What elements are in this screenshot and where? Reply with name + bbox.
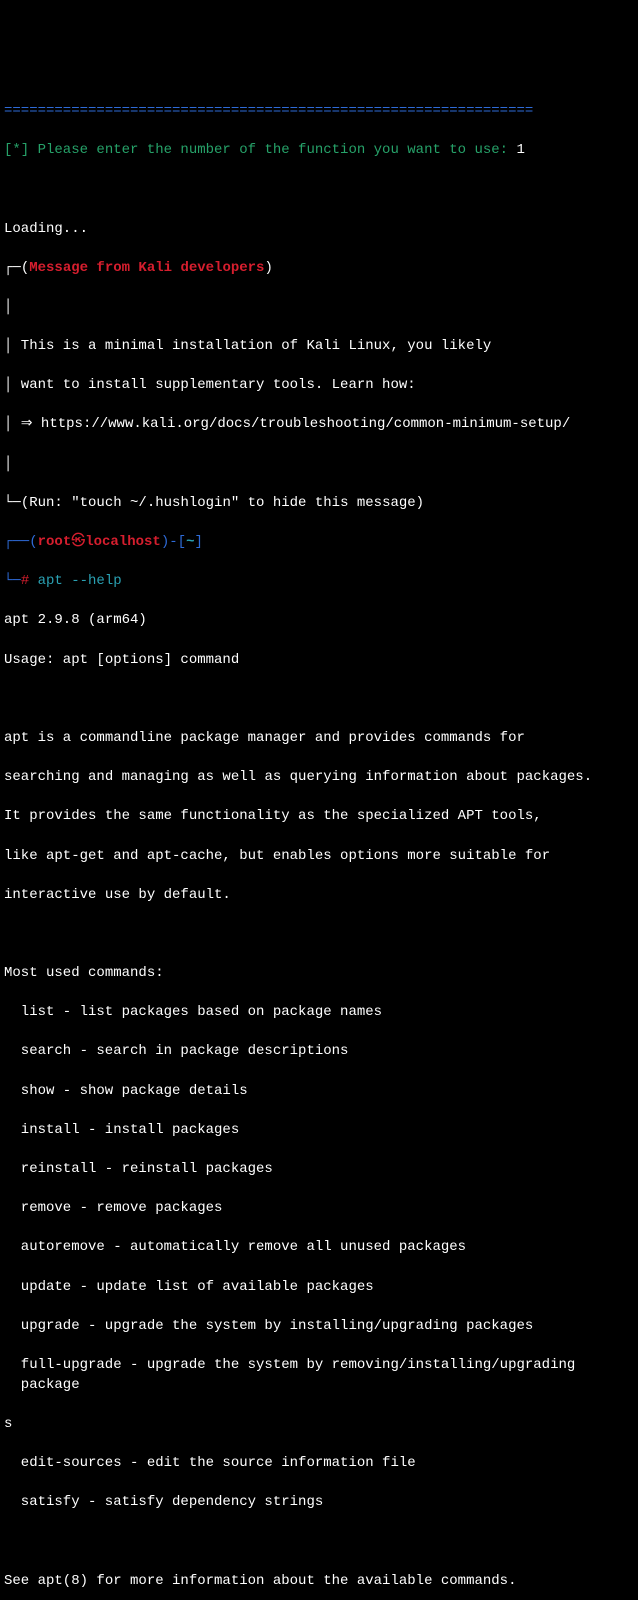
cmd-show: show - show package details (4, 1082, 634, 1102)
terminal-output[interactable]: ========================================… (4, 82, 634, 1600)
skull-icon: ㉿ (71, 534, 85, 550)
blank (4, 1532, 634, 1552)
cmd-full-upgrade-wrap: s (4, 1415, 634, 1435)
apt-desc: interactive use by default. (4, 886, 634, 906)
cmd-search: search - search in package descriptions (4, 1042, 634, 1062)
apt-version: apt 2.9.8 (arm64) (4, 611, 634, 631)
apt-desc: apt is a commandline package manager and… (4, 729, 634, 749)
blank (4, 690, 634, 710)
cmd-list: list - list packages based on package na… (4, 1003, 634, 1023)
cmd-autoremove: autoremove - automatically remove all un… (4, 1238, 634, 1258)
footer-text: See apt(8) for more information about th… (4, 1572, 634, 1592)
box-pipe2: │ (4, 455, 634, 475)
box-pipe: │ (4, 298, 634, 318)
command-input[interactable]: apt --help (29, 573, 121, 589)
apt-desc: searching and managing as well as queryi… (4, 768, 634, 788)
box-line1: │ This is a minimal installation of Kali… (4, 337, 634, 357)
apt-desc: It provides the same functionality as th… (4, 807, 634, 827)
ps1-line1: ┌──(root㉿localhost)-[~] (4, 533, 634, 553)
cmd-remove: remove - remove packages (4, 1199, 634, 1219)
cmd-install: install - install packages (4, 1121, 634, 1141)
header-dashes: ========================================… (4, 102, 634, 122)
cmd-upgrade: upgrade - upgrade the system by installi… (4, 1317, 634, 1337)
cmd-edit-sources: edit-sources - edit the source informati… (4, 1454, 634, 1474)
box-line2: │ want to install supplementary tools. L… (4, 376, 634, 396)
prompt-line: [*] Please enter the number of the funct… (4, 141, 634, 161)
cmd-update: update - update list of available packag… (4, 1278, 634, 1298)
ps1-line2: └─# apt --help (4, 572, 634, 592)
box-top: ┌─(Message from Kali developers) (4, 259, 634, 279)
box-bottom: └─(Run: "touch ~/.hushlogin" to hide thi… (4, 494, 634, 514)
loading-text: Loading... (4, 220, 634, 240)
cmd-full-upgrade: full-upgrade - upgrade the system by rem… (4, 1356, 634, 1395)
blank-line (4, 180, 634, 200)
apt-usage: Usage: apt [options] command (4, 651, 634, 671)
cmd-reinstall: reinstall - reinstall packages (4, 1160, 634, 1180)
apt-desc: like apt-get and apt-cache, but enables … (4, 847, 634, 867)
box-line3: │ ⇒ https://www.kali.org/docs/troublesho… (4, 415, 634, 435)
most-used-header: Most used commands: (4, 964, 634, 984)
blank (4, 925, 634, 945)
cmd-satisfy: satisfy - satisfy dependency strings (4, 1493, 634, 1513)
